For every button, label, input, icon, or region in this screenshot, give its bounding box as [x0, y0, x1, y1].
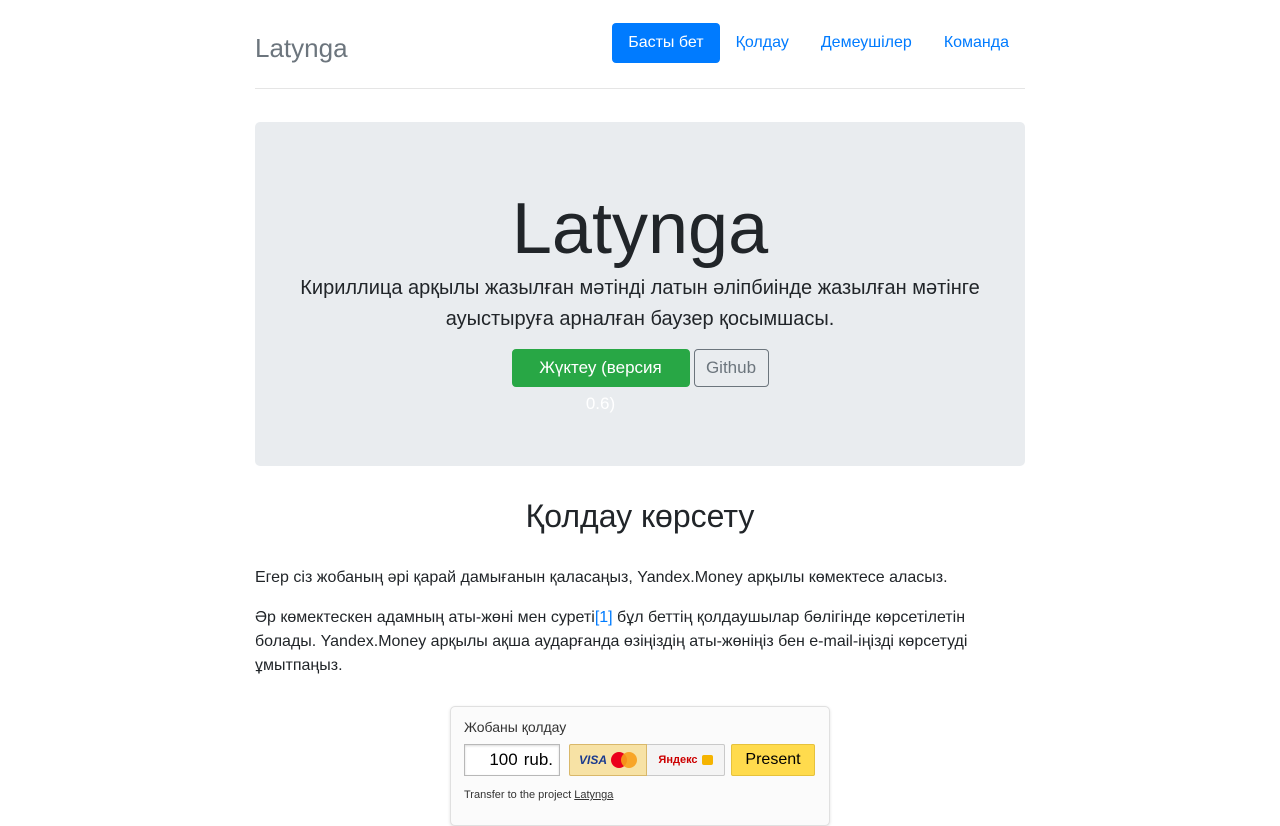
hero-buttons: Жүктеу (версия 0.6) Github [255, 349, 1025, 413]
support-paragraph-1: Егер сіз жобаның әрі қарай дамығанын қал… [255, 569, 948, 586]
payment-method-card[interactable]: VISA [569, 744, 647, 776]
yandex-icon: Яндекс [658, 754, 698, 766]
hero-lead: Кириллица арқылы жазылған мәтінді латын … [295, 273, 985, 335]
donation-widget-title: Жобаны қолдау [464, 719, 567, 735]
nav-item-home[interactable]: Басты бет [612, 23, 720, 63]
nav-item-team[interactable]: Команда [928, 23, 1025, 63]
main-nav: Басты бет Қолдау Демеушілер Команда [612, 23, 1025, 63]
mastercard-icon [611, 752, 637, 768]
download-button[interactable]: Жүктеу (версия 0.6) [511, 349, 690, 413]
support-title: Қолдау көрсету [525, 498, 755, 534]
present-button[interactable]: Present [731, 744, 815, 776]
github-button[interactable]: Github [693, 349, 769, 387]
hero-title: Latynga [511, 189, 769, 269]
support-paragraph-2-text: Әр көмектескен адамның аты-жөні мен суре… [255, 609, 595, 626]
brand-logo[interactable]: Latynga [255, 33, 348, 64]
site-header: Latynga Басты бет Қолдау Демеушілер Кома… [255, 0, 1025, 89]
donation-footer-text: Transfer to the project [464, 789, 575, 801]
amount-input[interactable]: 100 rub. [464, 744, 560, 776]
visa-icon: VISA [578, 753, 607, 767]
hero-lead-line-2: ауыстыруға арналған баузер қосымшасы. [445, 308, 835, 330]
donation-widget-footer: Transfer to the project Latynga [464, 789, 816, 801]
project-link[interactable]: Latynga [574, 789, 613, 801]
donation-widget: Жобаны қолдау 100 rub. VISA Яндекс Prese… [450, 706, 830, 826]
support-paragraph-2: Әр көмектескен адамның аты-жөні мен суре… [255, 606, 1025, 678]
page-container: Latynga Басты бет Қолдау Демеушілер Кома… [255, 0, 1025, 826]
footnote-link[interactable]: [1] [595, 609, 613, 626]
nav-item-sponsors[interactable]: Демеушілер [805, 23, 928, 63]
donation-widget-row: 100 rub. VISA Яндекс Present [464, 744, 816, 776]
hero-lead-line-1: Кириллица арқылы жазылған мәтінді латын … [300, 277, 980, 299]
currency-label: rub. [523, 750, 553, 769]
hero-jumbotron: Latynga Кириллица арқылы жазылған мәтінд… [255, 122, 1025, 466]
nav-item-support[interactable]: Қолдау [720, 23, 805, 63]
amount-value: 100 [489, 750, 518, 769]
support-section: Қолдау көрсету Егер сіз жобаның әрі қара… [255, 496, 1025, 826]
payment-methods: VISA Яндекс [569, 744, 725, 776]
wallet-icon [701, 755, 713, 765]
payment-method-yandex[interactable]: Яндекс [647, 744, 725, 776]
